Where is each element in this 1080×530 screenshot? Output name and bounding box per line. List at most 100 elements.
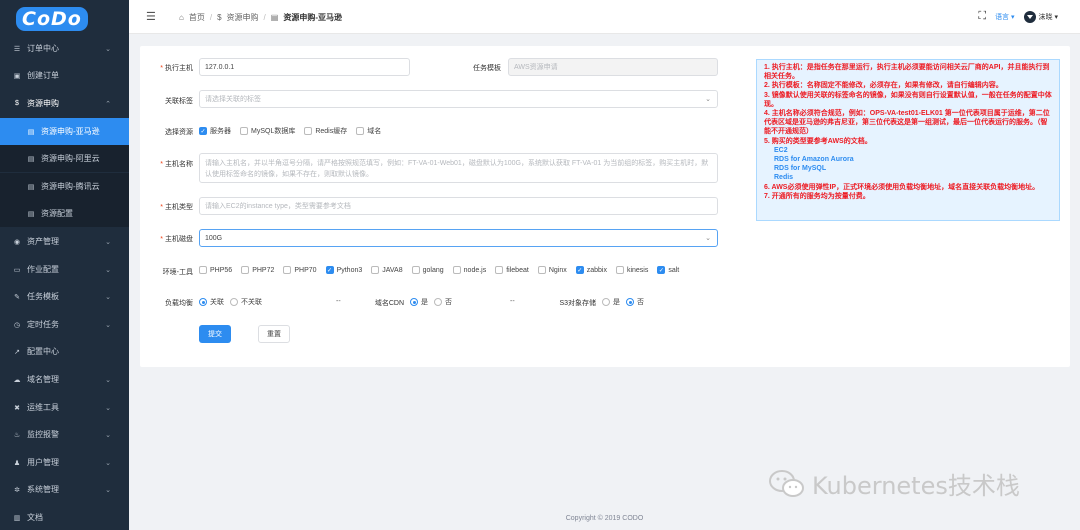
breadcrumb: ⌂ 首页 / $ 资源申购 / ▤ 资源申购-亚马逊 (179, 12, 342, 23)
chevron-down-icon: ⌄ (705, 96, 711, 103)
watermark-text: Kubernetes技术栈 (812, 472, 1020, 500)
radio-dot (230, 298, 238, 306)
hostname-textarea[interactable]: 请输入主机名，并以半角逗号分隔，请严格按照规范填写，例如：FT-VA-01-We… (199, 153, 718, 183)
doc-icon: ▤ (270, 13, 279, 22)
checkbox-box (537, 266, 546, 274)
logo-text: CoDo (16, 7, 88, 31)
sidebar-item-docs[interactable]: ▥ 文档 (0, 504, 129, 530)
resource-checkbox[interactable]: MySQL数据库 (240, 126, 295, 136)
reset-button[interactable]: 重置 (258, 325, 290, 343)
chevron-down-icon: ⌄ (105, 486, 111, 494)
sidebar-item-resource-purchase[interactable]: $ 资源申购 ⌃ (0, 90, 129, 117)
disk-select[interactable]: 100G ⌄ (199, 229, 718, 247)
dash-text: -- (336, 298, 341, 305)
env-checkbox[interactable]: JAVA8 (371, 266, 403, 274)
breadcrumb-separator: / (263, 13, 266, 22)
lb-radio[interactable]: 不关联 (230, 297, 262, 307)
s3-radio[interactable]: 否 (626, 297, 644, 307)
doc-icon: ▤ (27, 128, 35, 136)
host-input[interactable]: 127.0.0.1 (199, 58, 410, 76)
resource-checkbox[interactable]: ✓ 服务器 (199, 126, 231, 136)
disk-label: * 主机磁盘 (160, 236, 193, 243)
sidebar-item-jobs[interactable]: ▭ 作业配置 ⌄ (0, 256, 129, 283)
breadcrumb-home[interactable]: 首页 (189, 12, 205, 23)
env-checkbox[interactable]: PHP56 (199, 266, 232, 274)
chevron-down-icon: ⌄ (105, 431, 111, 439)
checkbox-box (356, 127, 365, 135)
env-checkbox[interactable]: node.js (452, 266, 486, 274)
sidebar-item-users[interactable]: ♟ 用户管理 ⌄ (0, 449, 129, 476)
sidebar-item-assets[interactable]: ◉ 资产管理 ⌄ (0, 228, 129, 255)
sidebar-item-domains[interactable]: ☁ 域名管理 ⌄ (0, 366, 129, 393)
menu-toggle-icon[interactable]: ☰ (146, 10, 157, 23)
resource-checkbox-group: ✓ 服务器 MySQL数据库 Redis缓存 域名 (199, 126, 390, 136)
note-link-mysql[interactable]: RDS for MySQL (764, 164, 1052, 173)
check-icon: ✓ (657, 266, 666, 274)
sidebar-item-resource-config[interactable]: ▤ 资源配置 (0, 200, 129, 227)
env-checkbox[interactable]: ✓ Python3 (325, 266, 362, 274)
language-select[interactable]: 语言 ▾ (995, 12, 1014, 22)
note-link-aurora[interactable]: RDS for Amazon Aurora (764, 155, 1052, 164)
lb-radio[interactable]: 关联 (199, 297, 224, 307)
lb-radio-group: 关联 不关联 (199, 297, 268, 307)
sidebar-item-create-order[interactable]: ▣ 创建订单 (0, 62, 129, 89)
sidebar-item-tencent[interactable]: ▤ 资源申购-腾讯云 (0, 173, 129, 200)
env-checkbox[interactable]: ✓ salt (657, 266, 679, 274)
sidebar-item-system[interactable]: ✲ 系统管理 ⌄ (0, 476, 129, 503)
note-link-redis[interactable]: Redis (764, 173, 1052, 182)
env-checkbox[interactable]: Nginx (537, 266, 567, 274)
env-label: 环境-工具 (162, 269, 193, 276)
sidebar-item-monitoring[interactable]: ♨ 监控报警 ⌄ (0, 421, 129, 448)
note-link-ec2[interactable]: EC2 (764, 146, 1052, 155)
sidebar-item-orders[interactable]: ☰ 订单中心 ⌄ (0, 35, 129, 62)
s3-label: S3对象存储 (559, 300, 596, 307)
checkbox-box (241, 266, 250, 274)
fullscreen-icon[interactable]: ⛶ (978, 10, 986, 23)
doc-icon: ▤ (27, 210, 35, 218)
cdn-radio[interactable]: 是 (410, 297, 428, 307)
env-checkbox[interactable]: PHP70 (283, 266, 317, 274)
doc-icon: ▤ (27, 183, 35, 191)
app-logo[interactable]: CoDo (0, 0, 129, 38)
env-checkbox[interactable]: PHP72 (241, 266, 274, 274)
sidebar-item-task-templates[interactable]: ✎ 任务模板 ⌄ (0, 283, 129, 310)
s3-radio-group: 是 否 (602, 297, 650, 307)
hosttype-label: * 主机类型 (160, 204, 193, 211)
env-checkbox[interactable]: filebeat (495, 266, 529, 274)
chevron-down-icon: ⌄ (105, 404, 111, 412)
resource-checkbox[interactable]: Redis缓存 (304, 126, 347, 136)
note-item: 7. 开通所有的服务均为按量付费。 (764, 192, 870, 200)
cdn-radio-group: 是 否 (410, 297, 458, 307)
sidebar-item-config-center[interactable]: ↗ 配置中心 (0, 338, 129, 365)
sidebar-item-aws[interactable]: ▤ 资源申购-亚马逊 (0, 118, 129, 145)
resource-checkbox[interactable]: 域名 (356, 126, 381, 136)
watermark: Kubernetes技术栈 (768, 466, 1020, 501)
radio-dot (602, 298, 610, 306)
sidebar-item-aliyun[interactable]: ▤ 资源申购-阿里云 (0, 145, 129, 172)
doc-icon: ▤ (27, 155, 35, 163)
host-label: * 执行主机 (160, 65, 193, 72)
breadcrumb-separator: / (209, 13, 213, 22)
breadcrumb-resource[interactable]: 资源申购 (227, 12, 259, 23)
tag-select[interactable]: 请选择关联的标签 ⌄ (199, 90, 718, 108)
domain-icon: ☁ (13, 376, 21, 384)
submit-button[interactable]: 提交 (199, 325, 231, 343)
radio-dot (199, 298, 207, 306)
hostname-label: * 主机名称 (160, 161, 193, 168)
env-checkbox[interactable]: golang (411, 266, 444, 274)
chevron-down-icon: ⌄ (105, 376, 111, 384)
template-label: 任务模板 (473, 65, 501, 72)
chevron-down-icon: ⌄ (105, 459, 111, 467)
user-menu[interactable]: 沫晓 ▾ (1023, 10, 1058, 23)
template-input: AWS资源申请 (508, 58, 718, 76)
checkbox-box (283, 266, 292, 274)
s3-radio[interactable]: 是 (602, 297, 620, 307)
hosttype-input[interactable]: 请输入EC2的instance type，类型需要参考文档 (199, 197, 718, 215)
header-actions: ⛶ 语言 ▾ 沫晓 ▾ (978, 10, 1058, 23)
resource-label: 选择资源 (165, 129, 193, 136)
sidebar-item-scheduled[interactable]: ◷ 定时任务 ⌄ (0, 311, 129, 338)
env-checkbox[interactable]: kinesis (615, 266, 648, 274)
sidebar-item-ops-tools[interactable]: ✖ 运维工具 ⌄ (0, 394, 129, 421)
cdn-radio[interactable]: 否 (434, 297, 452, 307)
env-checkbox[interactable]: ✓ zabbix (575, 266, 607, 274)
